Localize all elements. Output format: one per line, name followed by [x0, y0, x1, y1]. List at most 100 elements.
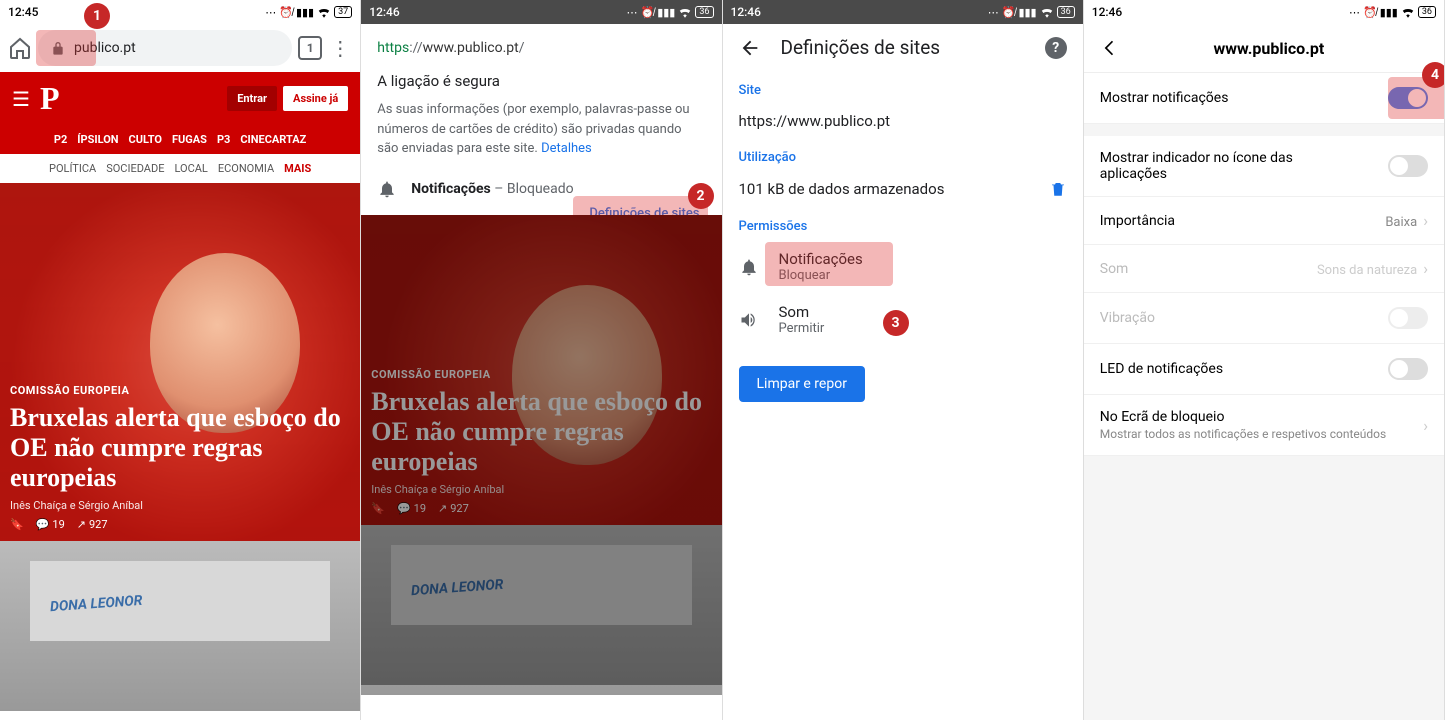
- notif-status: – Bloqueado: [491, 181, 574, 197]
- bell-icon: [377, 179, 397, 199]
- secondary-article-image[interactable]: DONA LEONOR: [0, 541, 360, 711]
- subscribe-button[interactable]: Assine já: [283, 86, 348, 111]
- vibration-toggle: [1388, 307, 1428, 329]
- importance-row[interactable]: Importância Baixa›: [1084, 197, 1444, 245]
- notification-status-row: Notificações – Bloqueado: [377, 179, 705, 199]
- status-icons: ⋯⏰̸▮▮▮ 36: [627, 6, 714, 19]
- more-icon: ⋯: [265, 6, 276, 19]
- importance-label: Importância: [1100, 213, 1175, 229]
- screenshot-3: 12:46 ⋯⏰̸▮▮▮ 36 Definições de sites ? Si…: [723, 0, 1084, 720]
- step-badge-1: 1: [84, 3, 110, 29]
- article-byline: Inês Chaíça e Sérgio Aníbal: [10, 499, 350, 512]
- perm-sound-title: Som: [779, 303, 825, 321]
- bookmark-icon[interactable]: 🔖: [10, 518, 24, 531]
- trash-icon[interactable]: [1049, 179, 1067, 199]
- browser-toolbar: publico.pt 1 ⋮: [0, 24, 360, 72]
- wifi-icon: [317, 7, 331, 18]
- clear-reset-button[interactable]: Limpar e repor: [739, 366, 865, 402]
- app-icon-toggle[interactable]: [1388, 155, 1428, 177]
- lockscreen-row[interactable]: No Ecrã de bloqueio Mostrar todos as not…: [1084, 395, 1444, 456]
- primary-nav: P2 ÍPSILON CULTO FUGAS P3 CINECARTAZ: [0, 125, 360, 154]
- step-badge-4: 4: [1422, 62, 1445, 88]
- app-icon-label: Mostrar indicador no ícone das aplicaçõe…: [1100, 150, 1340, 182]
- vibration-row: Vibração: [1084, 293, 1444, 344]
- perm-notif-title: Notificações: [779, 250, 863, 268]
- nav-item[interactable]: FUGAS: [172, 133, 207, 146]
- address-text: publico.pt: [74, 40, 136, 56]
- alarm-off-icon: ⏰̸: [279, 6, 293, 19]
- sound-label: Som: [1100, 261, 1129, 277]
- status-time: 12:45: [8, 5, 38, 19]
- sound-value: Sons da natureza: [1317, 263, 1417, 278]
- battery-icon: 36: [1418, 6, 1436, 18]
- app-icon-indicator-row[interactable]: Mostrar indicador no ícone das aplicaçõe…: [1084, 136, 1444, 197]
- lock-icon: [50, 40, 74, 56]
- site-info-panel: https://www.publico.pt/ A ligação é segu…: [361, 24, 721, 215]
- perm-notif-sub: Bloquear: [779, 268, 863, 283]
- article-meta: 🔖 💬19 ↗927: [10, 518, 350, 531]
- article-kicker: COMISSÃO EUROPEIA: [10, 384, 350, 397]
- dimmed-background: COMISSÃO EUROPEIA Bruxelas alerta que es…: [361, 215, 721, 685]
- section-usage-label: Utilização: [723, 138, 1083, 171]
- news-site-header: ☰ P Entrar Assine já P2 ÍPSILON CULTO FU…: [0, 72, 360, 154]
- nav-item[interactable]: CINECARTAZ: [240, 133, 306, 146]
- usage-text: 101 kB de dados armazenados: [739, 180, 945, 198]
- settings-header: Definições de sites ?: [723, 24, 1083, 71]
- sound-row: Som Sons da natureza ›: [1084, 245, 1444, 293]
- back-icon[interactable]: [1100, 38, 1120, 58]
- show-notifications-row[interactable]: Mostrar notificações: [1084, 73, 1444, 124]
- nav-item[interactable]: POLÍTICA: [49, 162, 96, 175]
- battery-icon: 37: [334, 6, 352, 18]
- nav-item[interactable]: SOCIEDADE: [106, 162, 164, 175]
- home-icon[interactable]: [8, 36, 32, 60]
- url-scheme: https: [377, 40, 409, 56]
- nav-item[interactable]: P3: [217, 133, 230, 146]
- connection-secure-title: A ligação é segura: [377, 72, 705, 90]
- status-bar: 12:46 ⋯⏰̸▮▮▮ 36: [723, 0, 1083, 24]
- nav-item[interactable]: P2: [54, 133, 67, 146]
- comment-count: 19: [52, 518, 64, 531]
- address-bar[interactable]: publico.pt: [38, 30, 292, 66]
- show-notif-label: Mostrar notificações: [1100, 90, 1229, 106]
- details-link[interactable]: Detalhes: [541, 141, 592, 156]
- nav-item-more[interactable]: MAIS: [284, 162, 311, 175]
- section-site-label: Site: [723, 71, 1083, 104]
- importance-value: Baixa: [1385, 215, 1417, 230]
- battery-icon: 36: [695, 6, 713, 18]
- screenshot-1: 12:45 ⋯ ⏰̸ ▮▮▮ 37 publico.pt 1 ⋮ 1 ☰: [0, 0, 361, 720]
- nav-item[interactable]: ÍPSILON: [77, 133, 118, 146]
- site-url: https://www.publico.pt/: [377, 40, 705, 56]
- show-notif-toggle[interactable]: [1388, 87, 1428, 109]
- nav-item[interactable]: ECONOMIA: [218, 162, 274, 175]
- tab-count[interactable]: 1: [298, 36, 322, 60]
- status-icons: ⋯⏰̸▮▮▮ 36: [988, 6, 1075, 19]
- signal-icon: ▮▮▮: [296, 6, 314, 19]
- help-icon[interactable]: ?: [1045, 37, 1067, 59]
- site-logo[interactable]: P: [40, 80, 60, 117]
- share-count: 927: [89, 518, 108, 531]
- led-row[interactable]: LED de notificações: [1084, 344, 1444, 395]
- site-url-text: https://www.publico.pt: [723, 104, 1083, 138]
- menu-icon[interactable]: ⋮: [328, 36, 352, 60]
- lockscreen-label: No Ecrã de bloqueio: [1100, 409, 1386, 425]
- screenshot-4: 12:46 ⋯⏰̸▮▮▮ 36 www.publico.pt Mostrar n…: [1084, 0, 1445, 720]
- secondary-nav: POLÍTICA SOCIEDADE LOCAL ECONOMIA MAIS: [0, 154, 360, 183]
- chevron-right-icon: ›: [1423, 416, 1428, 435]
- status-icons: ⋯ ⏰̸ ▮▮▮ 37: [265, 6, 352, 19]
- led-label: LED de notificações: [1100, 361, 1223, 377]
- hamburger-icon[interactable]: ☰: [12, 87, 30, 111]
- hero-article[interactable]: COMISSÃO EUROPEIA Bruxelas alerta que es…: [0, 183, 360, 541]
- comment-icon: 💬: [36, 518, 50, 531]
- led-toggle[interactable]: [1388, 358, 1428, 380]
- status-icons: ⋯⏰̸▮▮▮ 36: [1349, 6, 1436, 19]
- nav-item[interactable]: CULTO: [129, 133, 162, 146]
- status-time: 12:46: [1092, 5, 1122, 19]
- login-button[interactable]: Entrar: [227, 86, 277, 111]
- back-icon[interactable]: [739, 37, 761, 59]
- nav-item[interactable]: LOCAL: [174, 162, 207, 175]
- vibration-label: Vibração: [1100, 310, 1155, 326]
- notif-label: Notificações: [411, 181, 491, 197]
- perm-notifications-row[interactable]: Notificações Bloquear: [723, 240, 1083, 293]
- battery-icon: 36: [1057, 6, 1075, 18]
- chevron-right-icon: ›: [1423, 259, 1428, 278]
